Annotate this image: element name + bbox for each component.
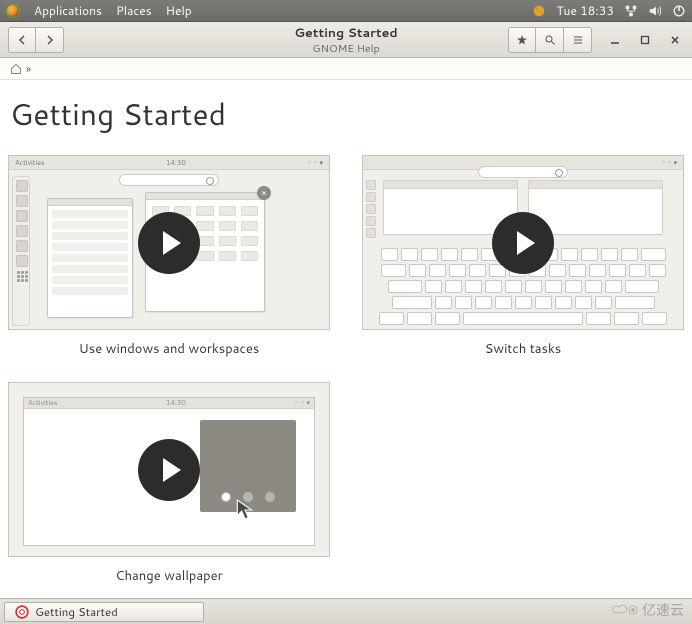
help-app-icon: [15, 605, 29, 619]
maximize-button[interactable]: [636, 31, 654, 49]
system-panel: Applications Places Help Tue 18:33: [0, 0, 692, 22]
help-content: Getting Started Activities14:30◦ ◦ ▾ × U…: [0, 80, 692, 598]
search-button[interactable]: [536, 27, 564, 53]
topic-thumbnail: Activities14:30◦ ◦ ▾ ×: [8, 155, 330, 330]
breadcrumb-separator: »: [26, 61, 31, 77]
close-button[interactable]: [666, 31, 684, 49]
topic-thumbnail: Activities14:30◦ ◦ ▾: [8, 382, 330, 557]
clock[interactable]: Tue 18:33: [556, 2, 614, 19]
menu-applications[interactable]: Applications: [34, 2, 102, 19]
distro-logo-icon: [6, 4, 20, 18]
topic-caption: Change wallpaper: [8, 567, 330, 585]
bookmark-button[interactable]: [508, 27, 536, 53]
forward-button[interactable]: [36, 27, 64, 53]
play-icon: [492, 212, 554, 274]
topic-caption: Use windows and workspaces: [8, 340, 330, 358]
network-icon[interactable]: [624, 4, 638, 18]
watermark: 亿速云: [612, 600, 684, 620]
toolbar-right-group: [508, 27, 592, 53]
bottom-taskbar: Getting Started 亿速云: [0, 598, 692, 624]
topic-thumbnail: ◦ ◦ ▾: [362, 155, 684, 330]
volume-icon[interactable]: [648, 4, 662, 18]
play-icon: [138, 439, 200, 501]
breadcrumb-home-icon[interactable]: [10, 63, 22, 75]
weather-icon[interactable]: [532, 4, 546, 18]
menu-places[interactable]: Places: [116, 2, 152, 19]
topic-grid: Activities14:30◦ ◦ ▾ × Use windows and w…: [8, 155, 684, 585]
topic-card-windows-workspaces[interactable]: Activities14:30◦ ◦ ▾ × Use windows and w…: [8, 155, 330, 358]
play-icon: [138, 212, 200, 274]
system-menu-bar: Applications Places Help: [6, 2, 518, 19]
taskbar-entry-label: Getting Started: [35, 603, 118, 620]
menu-button[interactable]: [564, 27, 592, 53]
breadcrumb: »: [0, 58, 692, 80]
topic-caption: Switch tasks: [362, 340, 684, 358]
power-icon[interactable]: [672, 4, 686, 18]
topic-card-switch-tasks[interactable]: ◦ ◦ ▾ Switch tasks: [362, 155, 684, 358]
system-status-area: Tue 18:33: [532, 2, 686, 19]
window-controls: [606, 31, 684, 49]
nav-button-group: [8, 27, 64, 53]
back-button[interactable]: [8, 27, 36, 53]
help-window-headerbar: Getting Started GNOME Help: [0, 22, 692, 58]
page-title: Getting Started: [10, 92, 684, 135]
taskbar-entry-help[interactable]: Getting Started: [4, 602, 204, 622]
menu-help[interactable]: Help: [166, 2, 192, 19]
topic-card-change-wallpaper[interactable]: Activities14:30◦ ◦ ▾ Change wallpaper: [8, 382, 330, 585]
minimize-button[interactable]: [606, 31, 624, 49]
